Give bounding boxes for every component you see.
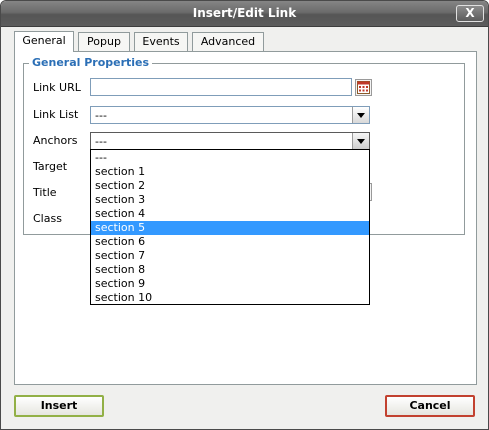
anchor-option[interactable]: section 2 xyxy=(91,179,369,193)
dialog-title: Insert/Edit Link xyxy=(192,6,297,20)
tab-popup[interactable]: Popup xyxy=(78,32,130,51)
class-label: Class xyxy=(33,212,62,225)
general-properties-legend: General Properties xyxy=(29,56,153,69)
anchor-option[interactable]: section 10 xyxy=(91,291,369,305)
chevron-down-icon xyxy=(352,107,369,123)
anchor-option[interactable]: section 9 xyxy=(91,277,369,291)
browse-file-icon xyxy=(357,81,370,94)
target-label: Target xyxy=(33,160,68,173)
close-icon: X xyxy=(465,6,475,20)
anchor-option[interactable]: section 4 xyxy=(91,207,369,221)
anchor-option[interactable]: section 3 xyxy=(91,193,369,207)
link-list-value: --- xyxy=(95,109,107,122)
anchor-option[interactable]: section 8 xyxy=(91,263,369,277)
link-url-input[interactable] xyxy=(90,78,352,96)
link-list-label: Link List xyxy=(33,108,79,121)
anchor-option[interactable]: --- xyxy=(91,151,369,165)
anchor-option[interactable]: section 7 xyxy=(91,249,369,263)
anchors-label: Anchors xyxy=(33,134,78,147)
anchor-option-highlighted[interactable]: section 5 xyxy=(91,221,369,235)
title-label: Title xyxy=(33,186,57,199)
anchor-option[interactable]: section 6 xyxy=(91,235,369,249)
close-button[interactable]: X xyxy=(456,5,484,22)
cancel-button[interactable]: Cancel xyxy=(385,395,475,417)
anchors-dropdown-list: --- section 1 section 2 section 3 sectio… xyxy=(90,149,370,305)
tab-events[interactable]: Events xyxy=(134,32,188,51)
tab-advanced[interactable]: Advanced xyxy=(192,32,264,51)
link-url-label: Link URL xyxy=(33,81,81,94)
chevron-down-icon xyxy=(352,133,369,149)
link-list-select[interactable]: --- xyxy=(90,106,370,124)
anchor-option[interactable]: section 1 xyxy=(91,165,369,179)
anchors-select[interactable]: --- xyxy=(90,132,370,150)
browse-button[interactable] xyxy=(355,79,372,96)
tab-general[interactable]: General xyxy=(14,31,74,52)
insert-button[interactable]: Insert xyxy=(14,395,104,417)
title-bar: Insert/Edit Link X xyxy=(1,1,488,27)
anchors-value: --- xyxy=(95,135,107,148)
